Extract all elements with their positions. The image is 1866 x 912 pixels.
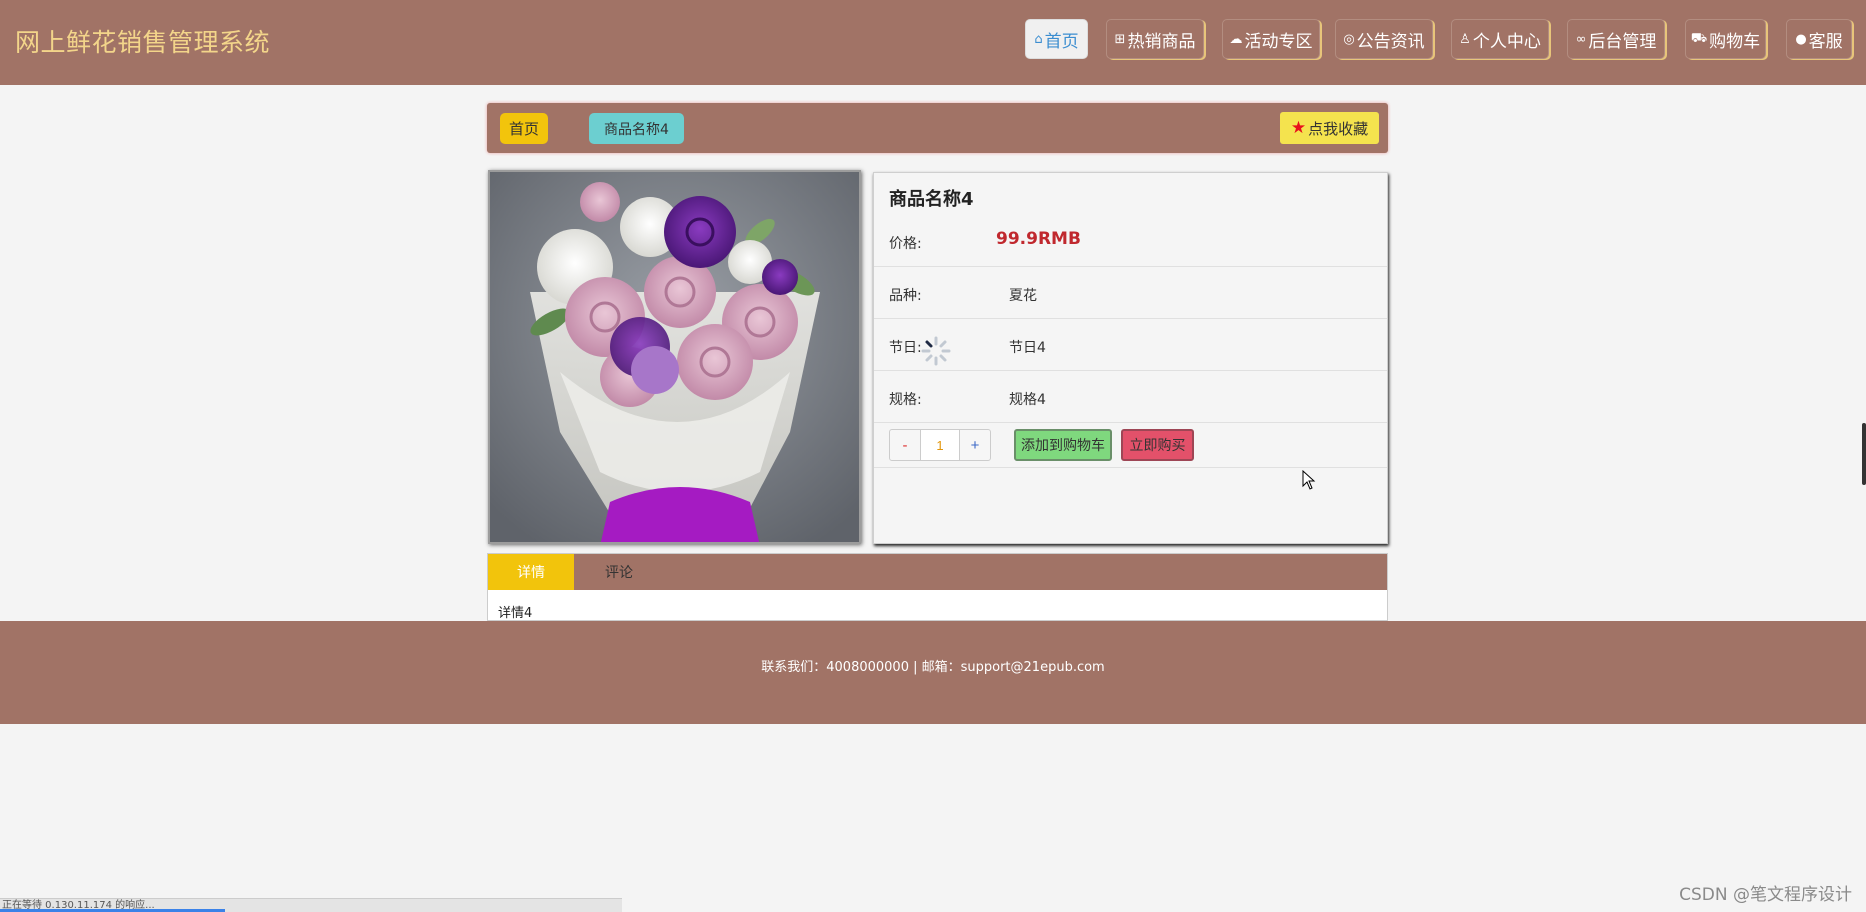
nav-profile-label: 个人中心 xyxy=(1472,31,1541,52)
tab-comments[interactable]: 评论 xyxy=(574,554,664,590)
nav-profile[interactable]: ♙ 个人中心 xyxy=(1451,19,1549,59)
scrollbar-thumb[interactable] xyxy=(1862,423,1866,485)
nav-service-label: 客服 xyxy=(1808,31,1843,52)
tab-detail[interactable]: 详情 xyxy=(488,554,574,590)
nav-hot-label: 热销商品 xyxy=(1127,31,1196,52)
star-icon: ★ xyxy=(1290,118,1307,138)
footer: 联系我们：4008000000 | 邮箱：support@21epub.com xyxy=(0,621,1866,724)
grid-icon: ⊞ xyxy=(1114,31,1126,47)
price-row: 价格: 99.9RMB xyxy=(874,211,1387,267)
tab-content: 详情4 xyxy=(498,606,533,621)
spec-label: 规格: xyxy=(889,392,922,408)
watermark: CSDN @笔文程序设计 xyxy=(1679,885,1852,905)
flower-bouquet-image xyxy=(490,172,859,542)
loading-spinner-icon xyxy=(921,336,951,366)
festival-row: 节日: 节日4 xyxy=(874,319,1387,371)
nav-cart[interactable]: ⛟ 购物车 xyxy=(1685,19,1766,59)
breadcrumb-current[interactable]: 商品名称4 xyxy=(589,113,684,144)
favorite-label: 点我收藏 xyxy=(1308,119,1369,138)
favorite-button[interactable]: ★ 点我收藏 xyxy=(1280,112,1379,144)
nav-home[interactable]: ⌂ 首页 xyxy=(1025,19,1088,59)
quantity-increase-button[interactable]: + xyxy=(959,429,991,461)
home-icon: ⌂ xyxy=(1034,31,1043,47)
festival-value: 节日4 xyxy=(1009,340,1046,356)
user-icon: ♙ xyxy=(1459,31,1471,47)
quantity-input[interactable]: 1 xyxy=(921,429,959,461)
breadcrumb-home[interactable]: 首页 xyxy=(500,113,548,144)
link-icon: ∞ xyxy=(1575,31,1587,47)
breadcrumb: 首页 商品名称4 ★ 点我收藏 xyxy=(487,103,1388,153)
nav-cart-label: 购物车 xyxy=(1709,31,1761,52)
tabs-header: 详情 评论 xyxy=(488,554,1387,590)
product-image xyxy=(488,170,861,544)
browser-status-bar: 正在等待 0.130.11.174 的响应... xyxy=(0,898,622,912)
nav-news-label: 公告资讯 xyxy=(1356,31,1425,52)
variety-value: 夏花 xyxy=(1009,288,1037,304)
buy-now-button[interactable]: 立即购买 xyxy=(1121,429,1194,461)
product-name: 商品名称4 xyxy=(889,189,974,210)
quantity-stepper: - 1 + xyxy=(889,429,991,461)
top-header: 网上鲜花销售管理系统 ⌂ 首页 ⊞ 热销商品 ☁ 活动专区 ◎ 公告资讯 ♙ 个人中心 ∞… xyxy=(0,0,1866,85)
nav-admin[interactable]: ∞ 后台管理 xyxy=(1567,19,1665,59)
spec-value: 规格4 xyxy=(1009,392,1046,408)
chat-icon: ● xyxy=(1795,31,1807,47)
quantity-decrease-button[interactable]: - xyxy=(889,429,921,461)
nav-home-label: 首页 xyxy=(1044,31,1079,52)
nav-news[interactable]: ◎ 公告资讯 xyxy=(1335,19,1433,59)
spec-row: 规格: 规格4 xyxy=(874,371,1387,423)
footer-contact: 联系我们：4008000000 | 邮箱：support@21epub.com xyxy=(761,660,1105,675)
festival-label: 节日: xyxy=(889,340,922,356)
nav-activity-label: 活动专区 xyxy=(1244,31,1313,52)
cart-icon: ⛟ xyxy=(1690,30,1708,46)
product-tabs: 详情 评论 详情4 xyxy=(487,553,1388,621)
variety-label: 品种: xyxy=(889,288,922,304)
variety-row: 品种: 夏花 xyxy=(874,267,1387,319)
nav-activity[interactable]: ☁ 活动专区 xyxy=(1222,19,1320,59)
nav-service[interactable]: ● 客服 xyxy=(1786,19,1852,59)
add-to-cart-button[interactable]: 添加到购物车 xyxy=(1014,429,1112,461)
nav-hot-products[interactable]: ⊞ 热销商品 xyxy=(1106,19,1204,59)
price-value: 99.9RMB xyxy=(996,229,1081,249)
mouse-cursor-icon xyxy=(1302,470,1316,490)
cloud-icon: ☁ xyxy=(1229,31,1243,47)
bell-icon: ◎ xyxy=(1343,31,1355,47)
price-label: 价格: xyxy=(889,236,922,252)
nav-admin-label: 后台管理 xyxy=(1588,31,1657,52)
site-title: 网上鲜花销售管理系统 xyxy=(15,28,271,57)
